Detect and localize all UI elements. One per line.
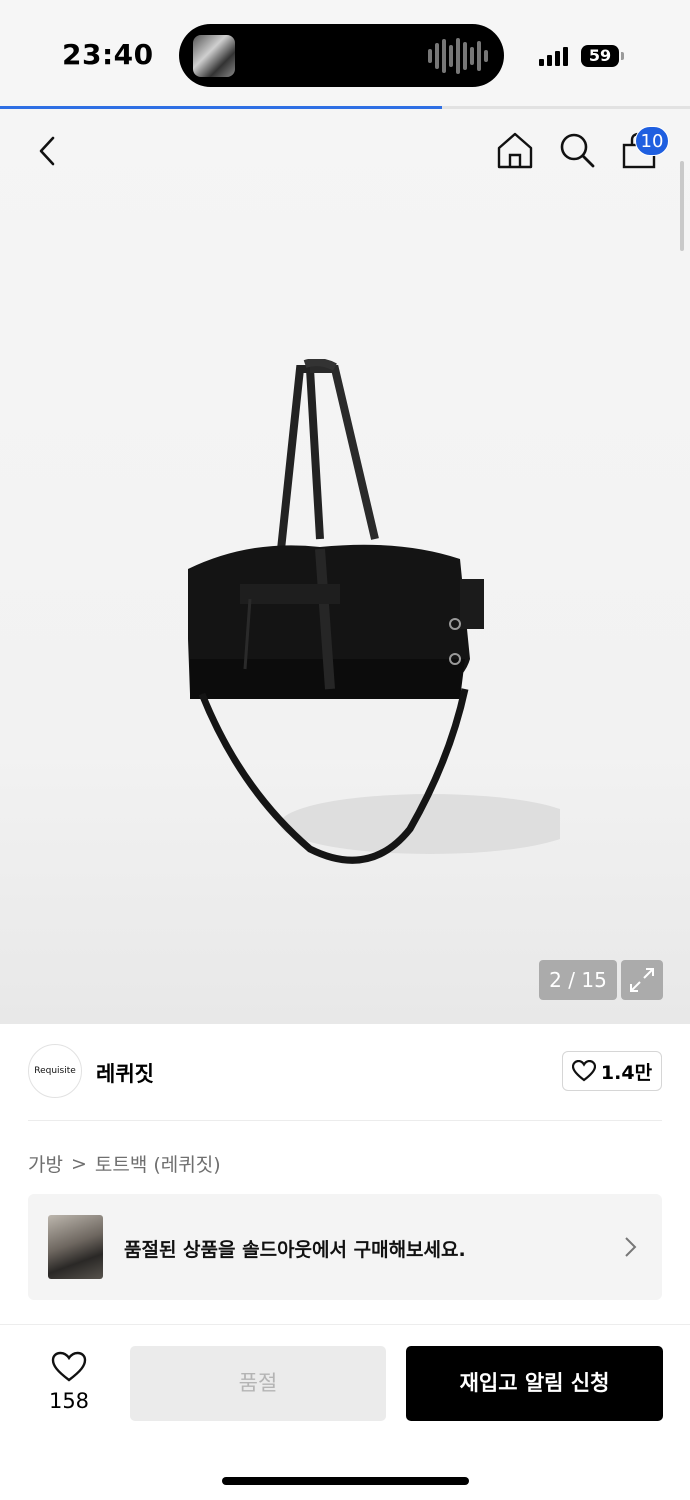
wishlist-button[interactable]: 158 (36, 1351, 102, 1413)
product-image-gallery[interactable]: 10 2 / 15 (0, 109, 690, 1024)
bottom-action-bar: 158 품절 재입고 알림 신청 (0, 1324, 690, 1500)
home-indicator[interactable] (222, 1477, 469, 1485)
brand-like-button[interactable]: 1.4만 (562, 1051, 662, 1091)
battery-icon: 59 (581, 45, 619, 67)
divider (28, 1120, 662, 1121)
wishlist-count: 158 (48, 1389, 90, 1413)
brand-row[interactable]: Requisite 레퀴짓 1.4만 (0, 1024, 690, 1120)
banner-text: 품절된 상품을 솔드아웃에서 구매해보세요. (124, 1239, 466, 1261)
battery-tip (621, 52, 624, 60)
chevron-right-icon (625, 1237, 637, 1257)
audio-waveform-icon (428, 38, 488, 74)
dynamic-island[interactable] (179, 24, 504, 87)
cellular-signal-icon (539, 46, 568, 66)
status-bar: 23:40 59 (0, 0, 690, 106)
breadcrumb-separator: > (70, 1152, 87, 1175)
restock-alert-button[interactable]: 재입고 알림 신청 (406, 1346, 663, 1421)
brand-like-count: 1.4만 (600, 1061, 653, 1084)
search-icon (560, 133, 595, 168)
breadcrumb: 가방 > 토트백 (레퀴짓) (28, 1150, 221, 1177)
expand-icon (630, 968, 654, 992)
breadcrumb-category[interactable]: 가방 (28, 1150, 63, 1177)
back-icon (39, 136, 55, 166)
scrollbar[interactable] (680, 161, 684, 251)
search-button[interactable] (556, 129, 598, 171)
cart-count-badge: 10 (635, 126, 669, 156)
back-button[interactable] (28, 131, 68, 171)
image-counter: 2 / 15 (539, 960, 617, 1000)
heart-icon (571, 1060, 596, 1082)
heart-icon (51, 1351, 87, 1382)
breadcrumb-subcategory[interactable]: 토트백 (레퀴짓) (95, 1150, 221, 1177)
brand-logo[interactable]: Requisite (28, 1044, 82, 1098)
home-icon (497, 132, 533, 169)
soldout-banner[interactable]: 품절된 상품을 솔드아웃에서 구매해보세요. (28, 1194, 662, 1300)
home-button[interactable] (494, 129, 536, 171)
banner-thumbnail (48, 1215, 103, 1279)
now-playing-artwork (193, 35, 235, 77)
soldout-button[interactable]: 품절 (130, 1346, 386, 1421)
brand-name[interactable]: 레퀴짓 (96, 1058, 154, 1088)
expand-image-button[interactable] (621, 960, 663, 1000)
status-time: 23:40 (62, 38, 154, 71)
product-image (188, 359, 560, 864)
